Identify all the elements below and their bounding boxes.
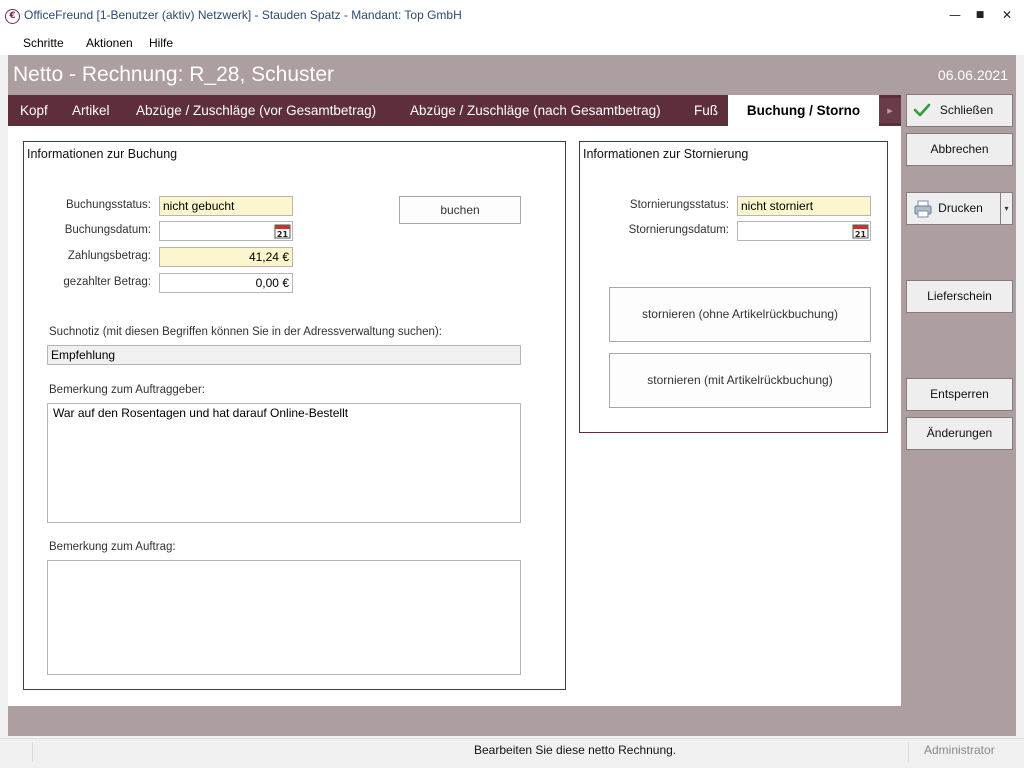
changes-label: Änderungen xyxy=(926,426,993,440)
order-remark-textarea[interactable] xyxy=(47,560,521,675)
cancellation-status-field: nicht storniert xyxy=(737,196,871,216)
client-remark-textarea[interactable]: War auf den Rosentagen und hat darauf On… xyxy=(47,403,521,523)
tab-scroll-icon[interactable]: ▸ xyxy=(879,98,901,123)
tab-bar: Kopf Artikel Abzüge / Zuschläge (vor Ges… xyxy=(8,95,901,126)
svg-text:21: 21 xyxy=(855,230,867,239)
close-button-label: Schließen xyxy=(939,103,994,117)
payment-amount-field: 41,24 € xyxy=(159,247,293,267)
status-bar: Bearbeiten Sie diese netto Rechnung. Adm… xyxy=(0,738,1024,768)
cancel-button-label: Abbrechen xyxy=(930,142,989,156)
window-title: OfficeFreund [1-Benutzer (aktiv) Netzwer… xyxy=(24,8,462,22)
print-dropdown-icon[interactable]: ▾ xyxy=(1000,192,1013,225)
euro-icon: € xyxy=(5,9,20,24)
changes-button[interactable]: Änderungen xyxy=(906,417,1013,450)
cancel-without-restock-button[interactable]: stornieren (ohne Artikelrückbuchung) xyxy=(609,287,871,342)
bottom-strip xyxy=(8,706,1016,736)
status-divider xyxy=(908,742,909,762)
booking-date-field[interactable]: 21 xyxy=(159,221,293,241)
menu-schritte[interactable]: Schritte xyxy=(23,36,64,50)
tab-kopf[interactable]: Kopf xyxy=(20,95,48,126)
close-button[interactable]: Schließen xyxy=(906,94,1013,127)
calendar-icon[interactable]: 21 xyxy=(274,223,291,239)
document-header: Netto - Rechnung: R_28, Schuster 06.06.2… xyxy=(8,55,1016,95)
svg-text:21: 21 xyxy=(277,230,289,239)
cancellation-date-label: Stornierungsdatum: xyxy=(628,224,729,236)
status-user: Administrator xyxy=(924,743,995,757)
paid-amount-field[interactable]: 0,00 € xyxy=(159,273,293,293)
tab-buchung-storno[interactable]: Buchung / Storno xyxy=(728,95,879,126)
tab-abzuege-vor[interactable]: Abzüge / Zuschläge (vor Gesamtbetrag) xyxy=(136,95,376,126)
booking-status-label: Buchungsstatus: xyxy=(65,199,151,211)
delivery-note-button[interactable]: Lieferschein xyxy=(906,280,1013,313)
document-date: 06.06.2021 xyxy=(937,67,1008,83)
menu-hilfe[interactable]: Hilfe xyxy=(149,36,173,50)
search-note-field[interactable]: Empfehlung xyxy=(47,345,521,365)
tab-artikel[interactable]: Artikel xyxy=(72,95,110,126)
title-bar: € OfficeFreund [1-Benutzer (aktiv) Netzw… xyxy=(0,0,1024,32)
booking-group-title: Informationen zur Buchung xyxy=(27,147,178,161)
calendar-icon[interactable]: 21 xyxy=(852,223,869,239)
print-button[interactable]: Drucken xyxy=(906,192,1001,225)
booking-status-field: nicht gebucht xyxy=(159,196,293,216)
tab-abzuege-nach[interactable]: Abzüge / Zuschläge (nach Gesamtbetrag) xyxy=(410,95,661,126)
cancel-with-restock-button[interactable]: stornieren (mit Artikelrückbuchung) xyxy=(609,353,871,408)
search-note-label: Suchnotiz (mit diesen Begriffen können S… xyxy=(49,326,442,338)
page-title: Netto - Rechnung: R_28, Schuster xyxy=(13,63,335,86)
printer-icon xyxy=(914,200,932,218)
booking-date-label: Buchungsdatum: xyxy=(64,224,151,236)
cancellation-group-title: Informationen zur Stornierung xyxy=(583,147,749,161)
tab-fuss[interactable]: Fuß xyxy=(694,95,718,126)
status-divider xyxy=(32,742,33,762)
cancellation-date-field[interactable]: 21 xyxy=(737,221,871,241)
paid-amount-label: gezahlter Betrag: xyxy=(63,276,151,288)
payment-amount-label: Zahlungsbetrag: xyxy=(67,250,151,262)
unlock-button[interactable]: Entsperren xyxy=(906,378,1013,411)
client-remark-label: Bemerkung zum Auftraggeber: xyxy=(49,384,205,396)
cancel-button[interactable]: Abbrechen xyxy=(906,133,1013,166)
maximize-button[interactable]: ■ xyxy=(965,4,995,26)
unlock-label: Entsperren xyxy=(930,387,989,401)
order-remark-label: Bemerkung zum Auftrag: xyxy=(49,541,176,553)
status-message: Bearbeiten Sie diese netto Rechnung. xyxy=(474,743,677,757)
menu-aktionen[interactable]: Aktionen xyxy=(86,36,133,50)
check-icon xyxy=(913,103,931,117)
menu-bar: Schritte Aktionen Hilfe xyxy=(0,32,1024,55)
close-window-button[interactable]: ✕ xyxy=(992,4,1022,26)
book-button[interactable]: buchen xyxy=(399,196,521,224)
cancellation-status-label: Stornierungsstatus: xyxy=(629,199,729,211)
delivery-note-label: Lieferschein xyxy=(927,289,992,303)
